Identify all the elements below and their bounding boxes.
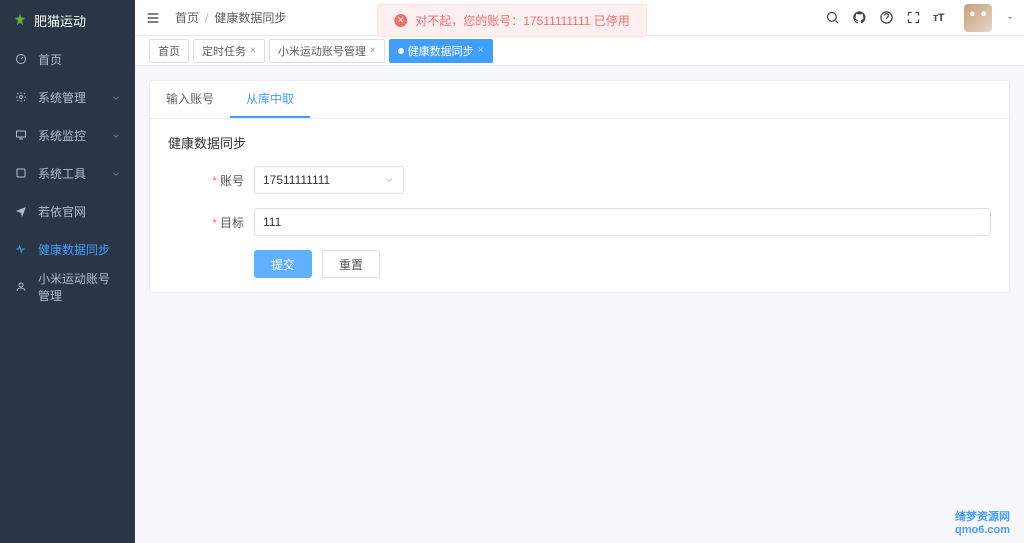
- breadcrumb-home[interactable]: 首页: [175, 9, 199, 26]
- sidebar-item-xiaomi-account[interactable]: 小米运动账号管理: [0, 268, 135, 306]
- inner-tab-input-account[interactable]: 输入账号: [150, 81, 230, 118]
- tab-label: 小米运动账号管理: [278, 43, 366, 59]
- reset-button[interactable]: 重置: [322, 250, 380, 278]
- tab-label: 首页: [158, 43, 180, 59]
- gear-icon: [14, 90, 28, 104]
- account-value: 17511111111: [263, 173, 330, 187]
- chevron-down-icon: [111, 168, 121, 178]
- tab-xiaomi-account[interactable]: 小米运动账号管理 ×: [269, 39, 385, 63]
- page-tabs: 首页 定时任务 × 小米运动账号管理 × 健康数据同步 ×: [135, 36, 1024, 66]
- sidebar-item-label: 系统管理: [38, 89, 111, 106]
- sidebar-item-health-sync[interactable]: 健康数据同步: [0, 230, 135, 268]
- avatar[interactable]: [964, 4, 992, 32]
- active-dot-icon: [398, 48, 404, 54]
- fullscreen-button[interactable]: [906, 10, 921, 25]
- breadcrumb: 首页 / 健康数据同步: [175, 9, 286, 26]
- plane-icon: [14, 204, 28, 218]
- inner-tab-from-db[interactable]: 从库中取: [230, 81, 310, 118]
- search-button[interactable]: [825, 10, 840, 25]
- close-icon[interactable]: ×: [370, 45, 376, 56]
- sidebar-item-label: 小米运动账号管理: [38, 270, 121, 304]
- alert-text: 对不起，您的账号：17511111111 已停用: [415, 12, 630, 29]
- content-area: 输入账号 从库中取 健康数据同步 *账号 17511111111 *目标: [135, 66, 1024, 543]
- chevron-down-icon: [111, 92, 121, 102]
- tab-health-sync[interactable]: 健康数据同步 ×: [389, 39, 493, 63]
- sidebar-menu: 首页 系统管理 系统监控 系统工具 若依官网: [0, 40, 135, 543]
- hamburger-icon: [145, 10, 161, 26]
- user-icon: [14, 280, 28, 294]
- topbar-actions: тT: [825, 4, 1014, 32]
- chevron-down-icon: [383, 174, 395, 186]
- account-label: *账号: [168, 172, 244, 189]
- avatar-dropdown[interactable]: [1006, 14, 1014, 22]
- search-icon: [825, 10, 840, 25]
- help-icon: [879, 10, 894, 25]
- tab-label: 健康数据同步: [408, 43, 474, 59]
- tab-home[interactable]: 首页: [149, 39, 189, 63]
- sidebar-item-system-monitor[interactable]: 系统监控: [0, 116, 135, 154]
- caret-down-icon: [1006, 14, 1014, 22]
- target-label: *目标: [168, 214, 244, 231]
- github-button[interactable]: [852, 10, 867, 25]
- pulse-icon: [14, 242, 28, 256]
- sidebar-item-label: 健康数据同步: [38, 241, 121, 258]
- sidebar-item-system-tools[interactable]: 系统工具: [0, 154, 135, 192]
- error-icon: ✕: [394, 14, 407, 27]
- tab-cron[interactable]: 定时任务 ×: [193, 39, 265, 63]
- form-card: 输入账号 从库中取 健康数据同步 *账号 17511111111 *目标: [149, 80, 1010, 293]
- target-input[interactable]: [254, 208, 991, 236]
- github-icon: [852, 10, 867, 25]
- close-icon[interactable]: ×: [250, 45, 256, 56]
- tab-label: 定时任务: [202, 43, 246, 59]
- sidebar-item-system-manage[interactable]: 系统管理: [0, 78, 135, 116]
- sidebar-item-label: 首页: [38, 51, 121, 68]
- app-name: 肥猫运动: [34, 11, 86, 30]
- gauge-icon: [14, 52, 28, 66]
- sidebar-item-label: 若依官网: [38, 203, 121, 220]
- sidebar-item-label: 系统工具: [38, 165, 111, 182]
- help-button[interactable]: [879, 10, 894, 25]
- submit-button[interactable]: 提交: [254, 250, 312, 278]
- account-select[interactable]: 17511111111: [254, 166, 404, 194]
- hamburger-toggle[interactable]: [145, 10, 165, 26]
- fullscreen-icon: [906, 10, 921, 25]
- text-size-button[interactable]: тT: [933, 12, 944, 24]
- chevron-down-icon: [111, 130, 121, 140]
- card-title: 健康数据同步: [168, 133, 991, 152]
- inner-tabs: 输入账号 从库中取: [150, 81, 1009, 119]
- tool-icon: [14, 166, 28, 180]
- leaf-icon: [12, 12, 28, 28]
- breadcrumb-current: 健康数据同步: [214, 9, 286, 26]
- close-icon[interactable]: ×: [478, 45, 484, 56]
- watermark: 绮梦资源网 qmo6.com: [955, 511, 1010, 537]
- sidebar: 肥猫运动 首页 系统管理 系统监控 系统工具: [0, 0, 135, 543]
- sidebar-item-ruoyi[interactable]: 若依官网: [0, 192, 135, 230]
- logo: 肥猫运动: [0, 0, 135, 40]
- sidebar-item-home[interactable]: 首页: [0, 40, 135, 78]
- sidebar-item-label: 系统监控: [38, 127, 111, 144]
- monitor-icon: [14, 128, 28, 142]
- breadcrumb-separator: /: [205, 11, 208, 25]
- error-alert: ✕ 对不起，您的账号：17511111111 已停用: [377, 4, 647, 37]
